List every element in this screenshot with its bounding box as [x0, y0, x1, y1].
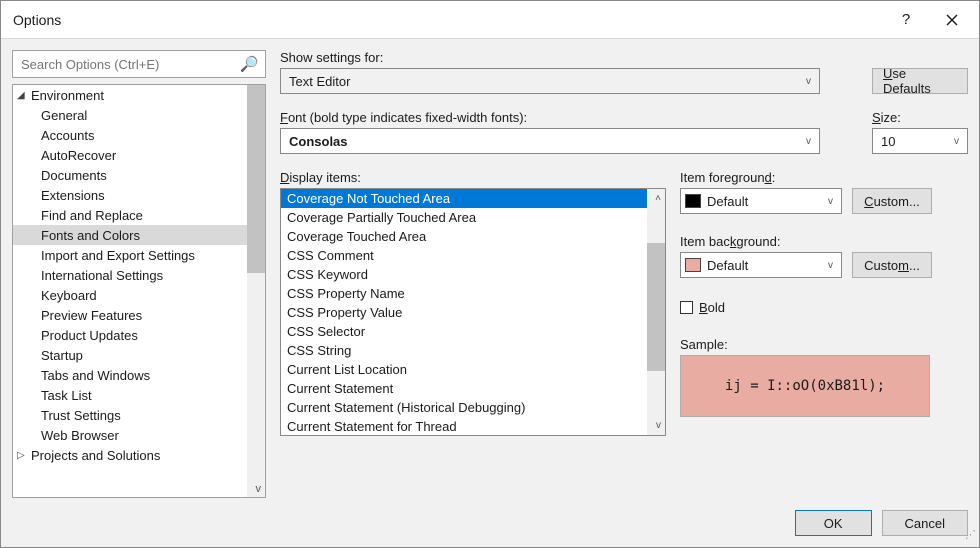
foreground-swatch	[685, 194, 701, 208]
bold-label: Bold	[699, 300, 725, 315]
display-item[interactable]: CSS Property Value	[281, 303, 647, 322]
font-label: Font (bold type indicates fixed-width fo…	[280, 110, 858, 125]
sample-label: Sample:	[680, 337, 968, 352]
display-item[interactable]: CSS Property Name	[281, 284, 647, 303]
display-item[interactable]: Current Statement (Historical Debugging)	[281, 398, 647, 417]
dialog-footer: OK Cancel	[1, 502, 979, 547]
display-item[interactable]: Coverage Partially Touched Area	[281, 208, 647, 227]
tree-item-tabs-and-windows[interactable]: Tabs and Windows	[13, 365, 247, 385]
tree-scrollbar[interactable]	[247, 85, 265, 497]
options-tree[interactable]: ◢EnvironmentGeneralAccountsAutoRecoverDo…	[12, 84, 266, 498]
display-item[interactable]: Coverage Not Touched Area	[281, 189, 647, 208]
tree-item-projects-and-solutions[interactable]: ▷Projects and Solutions	[13, 445, 265, 465]
display-items-label: Display items:	[280, 170, 666, 185]
tree-item-product-updates[interactable]: Product Updates	[13, 325, 247, 345]
scroll-down-icon[interactable]: v	[656, 420, 661, 431]
options-dialog: Options ? 🔍 ◢EnvironmentGeneralAccountsA…	[0, 0, 980, 548]
scroll-up-icon[interactable]: ˄	[655, 193, 661, 204]
tree-item-startup[interactable]: Startup	[13, 345, 247, 365]
search-icon: 🔍	[240, 55, 259, 73]
size-label: Size:	[872, 110, 968, 125]
window-title: Options	[13, 12, 61, 28]
show-settings-label: Show settings for:	[280, 50, 858, 65]
display-item[interactable]: Current Statement for Thread	[281, 417, 647, 436]
resize-grip-icon[interactable]: ⋰	[965, 533, 977, 545]
font-value: Consolas	[289, 134, 348, 149]
tree-item-general[interactable]: General	[13, 105, 247, 125]
tree-item-web-browser[interactable]: Web Browser	[13, 425, 247, 445]
tree-item-international-settings[interactable]: International Settings	[13, 265, 247, 285]
sample-text: ij = I::oO(0xB81l);	[725, 378, 885, 394]
help-button[interactable]: ?	[883, 1, 929, 39]
size-combo[interactable]: 10 v	[872, 128, 968, 154]
chevron-down-icon: v	[828, 260, 833, 271]
display-item[interactable]: CSS Comment	[281, 246, 647, 265]
checkbox-box-icon	[680, 301, 693, 314]
item-foreground-combo[interactable]: Default v	[680, 188, 842, 214]
item-background-combo[interactable]: Default v	[680, 252, 842, 278]
tree-item-label: Environment	[31, 88, 104, 103]
tree-item-fonts-and-colors[interactable]: Fonts and Colors	[13, 225, 247, 245]
bold-checkbox[interactable]: Bold	[680, 300, 968, 315]
tree-item-task-list[interactable]: Task List	[13, 385, 247, 405]
cancel-button[interactable]: Cancel	[882, 510, 968, 536]
tree-item-extensions[interactable]: Extensions	[13, 185, 247, 205]
tree-item-autorecover[interactable]: AutoRecover	[13, 145, 247, 165]
tree-item-trust-settings[interactable]: Trust Settings	[13, 405, 247, 425]
tree-item-import-and-export-settings[interactable]: Import and Export Settings	[13, 245, 247, 265]
tree-item-documents[interactable]: Documents	[13, 165, 247, 185]
show-settings-combo[interactable]: Text Editor v	[280, 68, 820, 94]
tree-item-environment[interactable]: ◢Environment	[13, 85, 265, 105]
ok-button[interactable]: OK	[795, 510, 872, 536]
custom-foreground-button[interactable]: Custom...	[852, 188, 932, 214]
triangle-down-icon: ◢	[17, 90, 31, 101]
item-background-label: Item background:	[680, 234, 968, 249]
item-background-value: Default	[707, 258, 748, 273]
right-panel: Show settings for: Text Editor v Use Def…	[280, 50, 968, 498]
titlebar: Options ?	[1, 1, 979, 39]
item-foreground-value: Default	[707, 194, 748, 209]
display-items-listbox[interactable]: Coverage Not Touched AreaCoverage Partia…	[280, 188, 666, 436]
font-combo[interactable]: Consolas v	[280, 128, 820, 154]
display-item[interactable]: Current List Location	[281, 360, 647, 379]
use-defaults-button[interactable]: Use Defaults	[872, 68, 968, 94]
search-options-input[interactable]: 🔍	[12, 50, 266, 78]
display-item[interactable]: Current Statement	[281, 379, 647, 398]
close-icon	[946, 14, 958, 26]
close-button[interactable]	[929, 1, 975, 39]
background-swatch	[685, 258, 701, 272]
tree-item-keyboard[interactable]: Keyboard	[13, 285, 247, 305]
tree-scroll-thumb[interactable]	[247, 85, 265, 273]
tree-scroll-down-icon[interactable]: v	[256, 483, 262, 495]
display-item[interactable]: CSS Keyword	[281, 265, 647, 284]
listbox-scrollbar[interactable]: ˄ v	[647, 189, 665, 435]
tree-item-preview-features[interactable]: Preview Features	[13, 305, 247, 325]
chevron-down-icon: v	[954, 136, 959, 147]
tree-item-find-and-replace[interactable]: Find and Replace	[13, 205, 247, 225]
chevron-down-icon: v	[828, 196, 833, 207]
display-item[interactable]: CSS Selector	[281, 322, 647, 341]
dialog-body: 🔍 ◢EnvironmentGeneralAccountsAutoRecover…	[1, 39, 979, 502]
listbox-scroll-thumb[interactable]	[647, 243, 665, 371]
display-item[interactable]: Coverage Touched Area	[281, 227, 647, 246]
sample-preview: ij = I::oO(0xB81l);	[680, 355, 930, 417]
search-field[interactable]	[19, 56, 240, 73]
chevron-down-icon: v	[806, 136, 811, 147]
item-foreground-label: Item foreground:	[680, 170, 968, 185]
chevron-down-icon: v	[806, 76, 811, 87]
display-item[interactable]: CSS String	[281, 341, 647, 360]
tree-item-label: Projects and Solutions	[31, 448, 160, 463]
left-panel: 🔍 ◢EnvironmentGeneralAccountsAutoRecover…	[12, 50, 266, 498]
tree-item-accounts[interactable]: Accounts	[13, 125, 247, 145]
triangle-right-icon: ▷	[17, 450, 31, 461]
custom-background-button[interactable]: Custom...	[852, 252, 932, 278]
show-settings-value: Text Editor	[289, 74, 350, 89]
size-value: 10	[881, 134, 895, 149]
